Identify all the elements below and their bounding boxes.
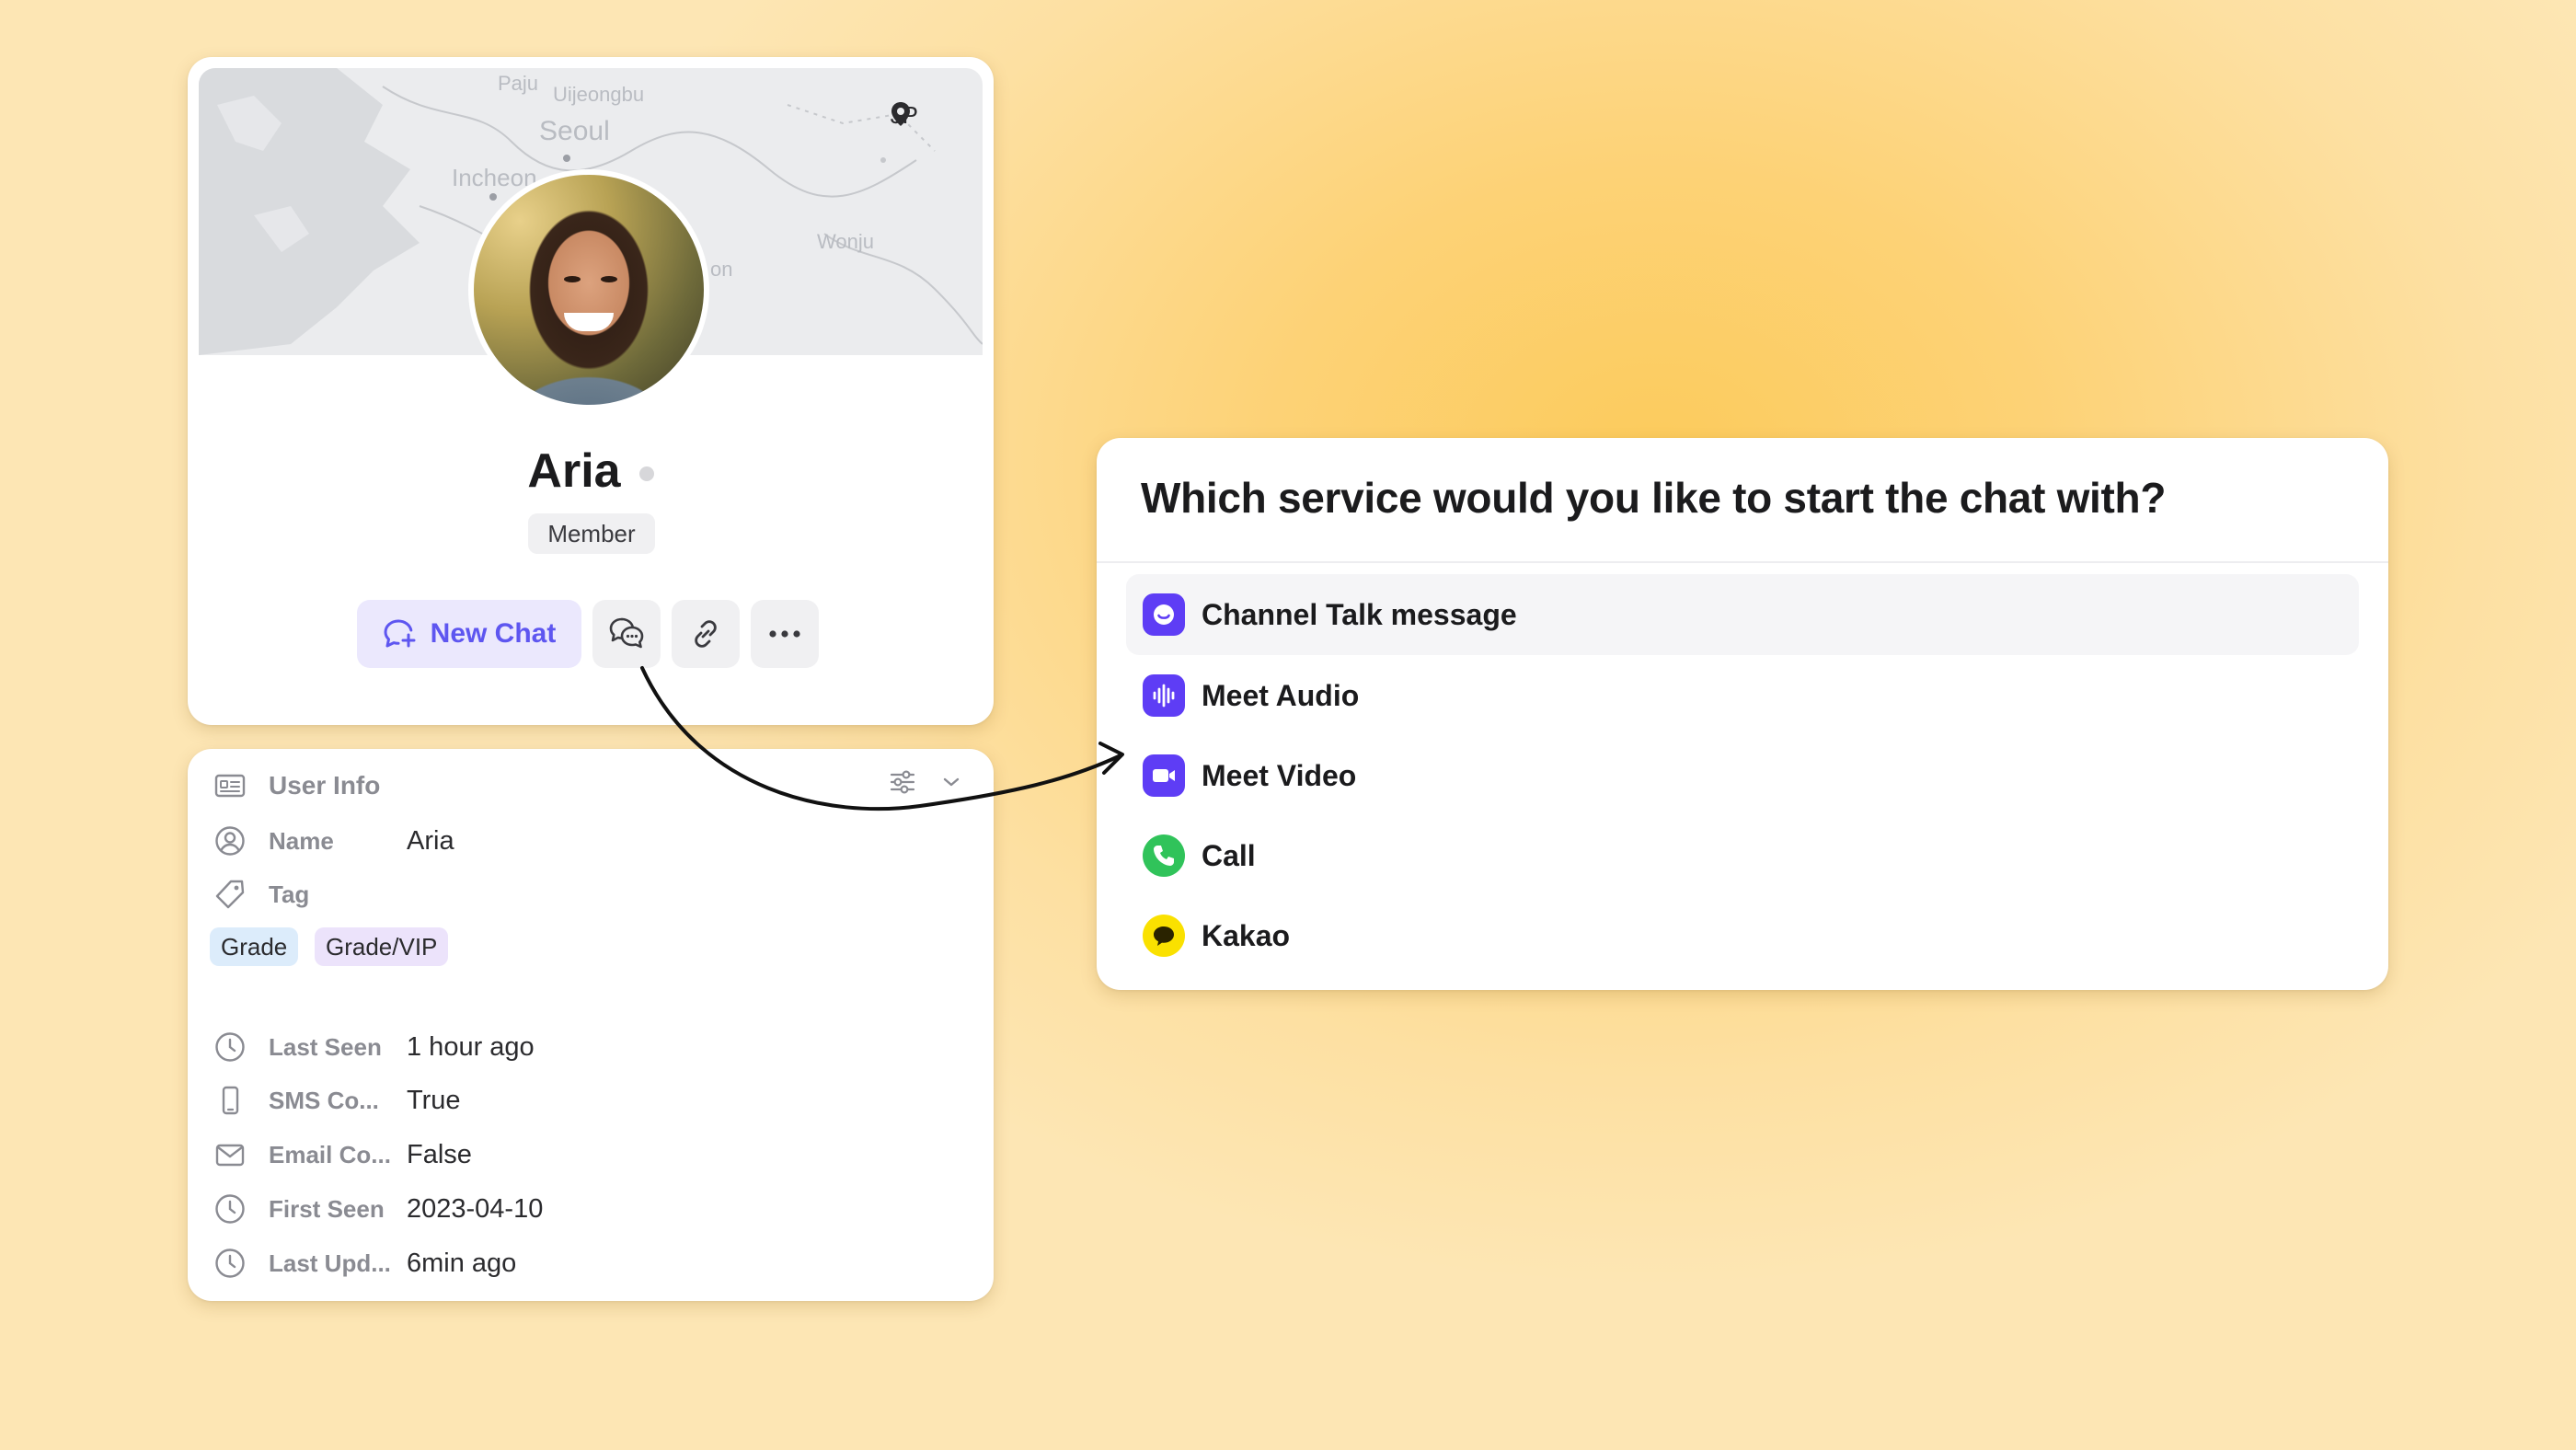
avatar-eye [600,276,617,282]
service-option-meet-video[interactable]: Meet Video [1126,735,2359,816]
kakao-icon [1143,915,1185,957]
user-info-controls [889,769,960,795]
service-option-label: Call [1202,838,1256,872]
info-row-tag: Tag [212,876,309,913]
service-picker-title: Which service would you like to start th… [1141,474,2167,522]
profile-name-row: Aria [188,443,994,499]
service-option-meet-audio[interactable]: Meet Audio [1126,655,2359,736]
info-label: Email Co... [269,1140,391,1168]
info-label: First Seen [269,1194,385,1223]
info-row-email-consent: Email Co... False [212,1136,472,1173]
clock-icon [215,1249,245,1278]
info-row-last-seen: Last Seen 1 hour ago [212,1029,535,1065]
map-label: Seoul [539,116,610,146]
location-pin-icon [891,102,910,126]
avatar-eye [563,276,581,282]
info-row-first-seen: First Seen 2023-04-10 [212,1191,543,1227]
tag-icon [215,880,245,909]
service-picker-dialog: Which service would you like to start th… [1097,438,2388,990]
info-label: SMS Co... [269,1086,379,1114]
tag-chip[interactable]: Grade [210,927,299,966]
chat-history-button[interactable] [592,600,661,668]
channel-talk-icon [1143,593,1185,636]
info-value[interactable]: True [407,1086,461,1116]
user-circle-icon [215,826,245,856]
info-value[interactable]: 2023-04-10 [407,1194,543,1225]
info-label: Last Upd... [269,1249,391,1277]
map-label: Wonju [817,230,874,253]
profile-card: Paju Uijeongbu Seoul Incheon Wonju on JP… [188,57,994,725]
map-region: JP [891,101,918,130]
clock-icon [215,1032,245,1062]
avatar-smile [564,313,614,331]
member-badge: Member [528,513,655,554]
map-label: Paju [498,72,539,95]
service-option-label: Meet Audio [1202,678,1360,712]
new-chat-button[interactable]: New Chat [357,600,581,668]
copy-link-button[interactable] [672,600,740,668]
video-camera-icon [1143,754,1185,797]
service-option-channel-talk[interactable]: Channel Talk message [1126,574,2359,655]
new-chat-icon [384,619,416,648]
profile-name: Aria [527,444,621,498]
clock-icon [215,1194,245,1224]
phone-icon [1143,834,1185,877]
info-row-last-updated: Last Upd... 6min ago [212,1245,516,1282]
online-status-dot [638,466,654,482]
mobile-phone-icon [222,1086,239,1115]
envelope-icon [215,1144,245,1167]
divider [1097,561,2388,563]
tag-chip[interactable]: Grade/VIP [315,927,449,966]
chat-bubbles-icon [609,617,644,649]
info-label: Tag [269,880,310,908]
info-label: Last Seen [269,1032,382,1061]
audio-wave-icon [1143,674,1185,717]
avatar [468,169,709,410]
user-info-header: User Info [212,767,380,804]
info-label: Name [269,826,334,855]
service-option-kakao[interactable]: Kakao [1126,895,2359,976]
service-option-call[interactable]: Call [1126,815,2359,896]
filter-settings-icon[interactable] [889,769,916,795]
more-options-button[interactable] [751,600,819,668]
service-option-label: Channel Talk message [1202,597,1517,631]
more-dots-icon [769,630,800,638]
service-option-label: Meet Video [1202,758,1357,792]
info-value[interactable]: 6min ago [407,1249,516,1279]
profile-actions: New Chat [357,600,819,668]
link-icon [695,620,717,648]
map-label: Uijeongbu [553,83,645,106]
service-option-label: Kakao [1202,918,1291,952]
info-row-name: Name Aria [212,823,454,859]
info-value[interactable]: 1 hour ago [407,1032,535,1063]
user-info-card: User Info Name Aria Tag Grade Grade/VIP … [188,749,994,1301]
chevron-down-icon[interactable] [942,776,960,788]
info-value[interactable]: False [407,1140,472,1170]
map-label: on [710,258,733,281]
new-chat-label: New Chat [430,618,557,649]
info-row-sms-consent: SMS Co... True [212,1082,461,1119]
id-card-icon [214,774,246,798]
info-value[interactable]: Aria [407,826,454,857]
user-info-title: User Info [269,771,381,800]
